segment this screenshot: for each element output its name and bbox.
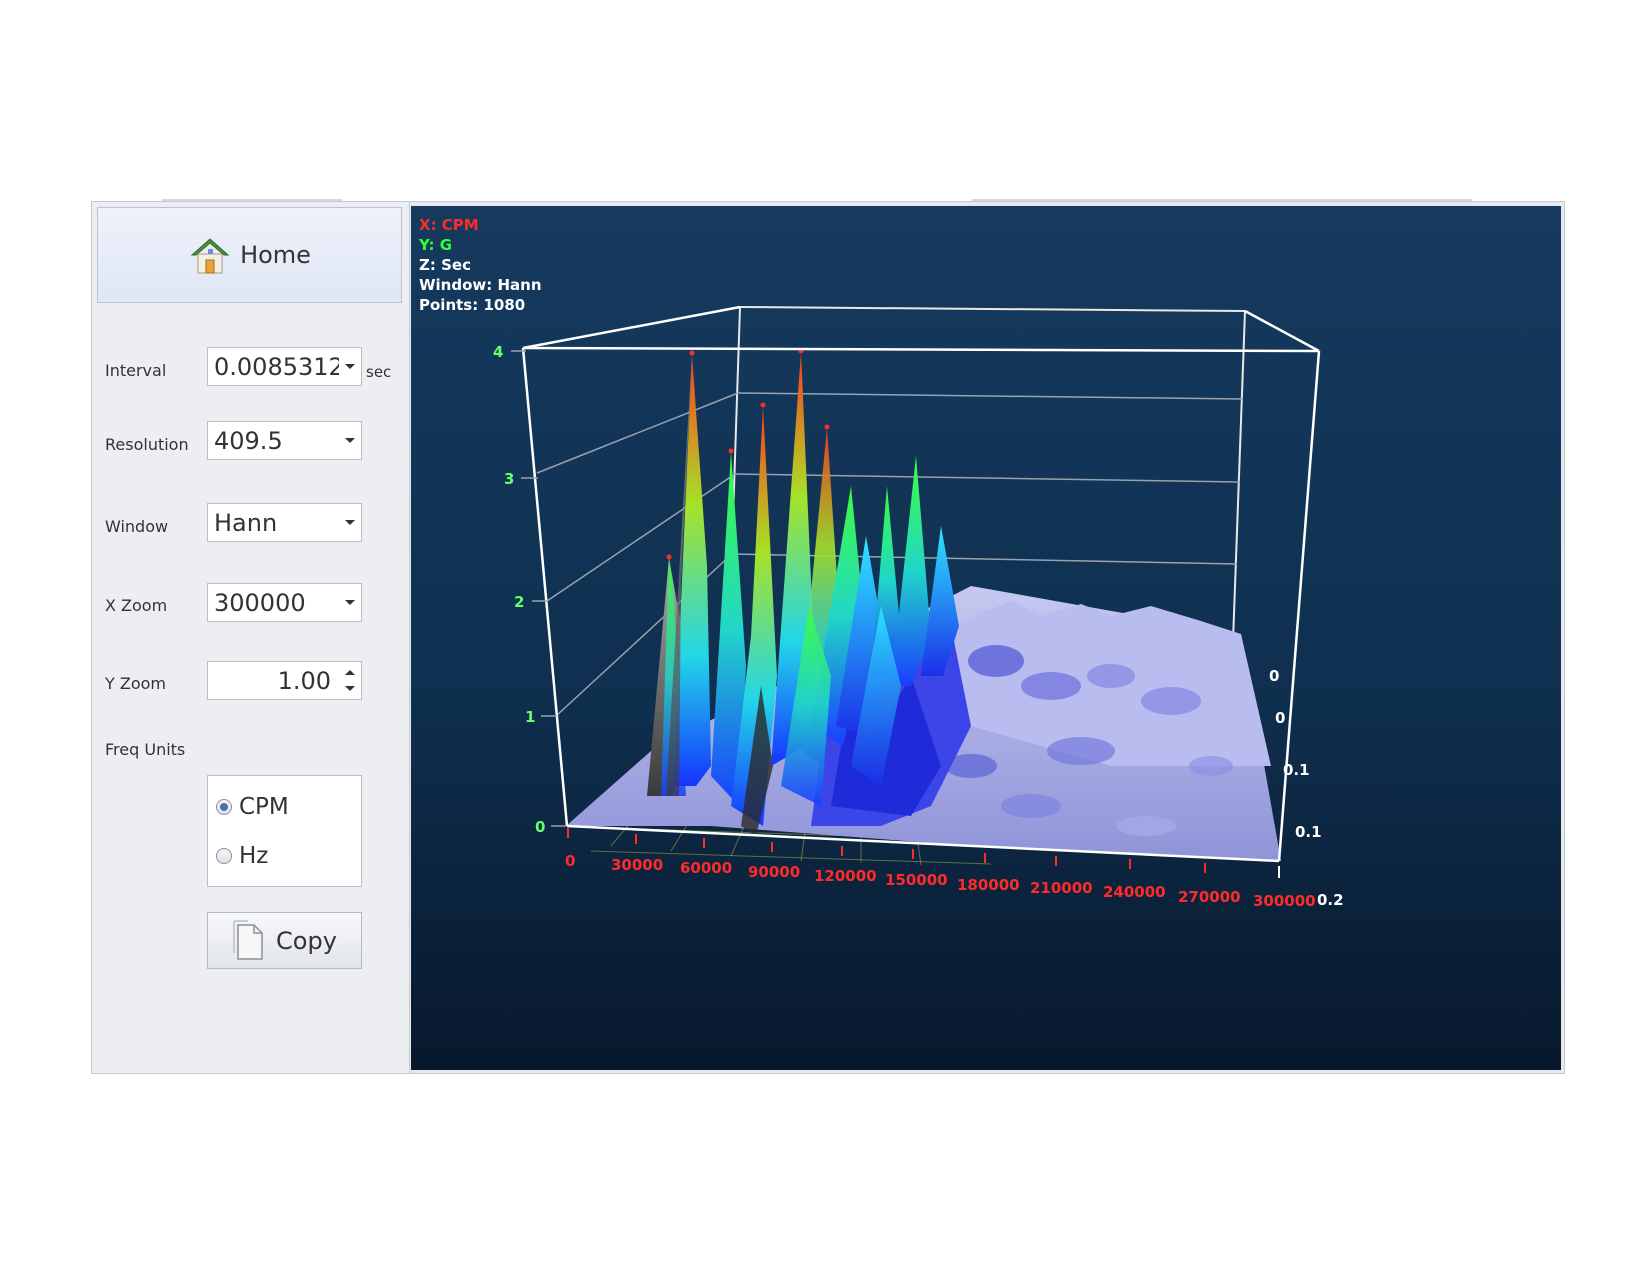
y-tick-labels: 0 1 2 3 4	[493, 343, 545, 836]
copy-label: Copy	[276, 926, 337, 955]
resolution-select[interactable]: 409.5	[207, 421, 362, 460]
x-zoom-label: X Zoom	[105, 596, 168, 615]
home-label: Home	[240, 241, 311, 269]
x-tick-label: 240000	[1103, 883, 1166, 901]
spin-up-icon[interactable]	[345, 670, 355, 675]
y-tick-label: 0	[535, 818, 545, 836]
chevron-down-icon[interactable]	[339, 364, 361, 369]
y-zoom-label: Y Zoom	[105, 674, 166, 693]
x-tick-label: 300000	[1253, 892, 1316, 910]
x-tick-label: 90000	[748, 863, 800, 881]
y-ticks	[511, 350, 566, 827]
info-points: Points: 1080	[419, 296, 526, 314]
y-zoom-stepper[interactable]: 1.00	[207, 661, 362, 700]
radio-selected-icon[interactable]	[216, 799, 232, 815]
radio-cpm-label: CPM	[239, 794, 289, 820]
spin-buttons	[343, 664, 357, 697]
window-select[interactable]: Hann	[207, 503, 362, 542]
z-tick-label: 0	[1275, 709, 1285, 727]
y-tick-label: 1	[525, 708, 535, 726]
x-tick-label: 30000	[611, 856, 663, 874]
app-window: Home Interval 0.0085312 sec Resolution 4…	[91, 199, 1565, 1074]
z-tick-label: 0.1	[1295, 823, 1322, 841]
x-tick-label: 0	[565, 852, 575, 870]
z-tick-label: 0	[1269, 667, 1279, 685]
freq-units-label: Freq Units	[105, 740, 186, 759]
interval-label: Interval	[105, 361, 167, 380]
radio-hz-label: Hz	[239, 843, 269, 869]
z-tick-label: 0.1	[1283, 761, 1310, 779]
freq-units-group: CPM Hz	[207, 775, 362, 887]
chevron-down-icon[interactable]	[339, 438, 361, 443]
z-tick-label: 0.2	[1317, 891, 1344, 909]
home-icon	[190, 238, 230, 274]
x-tick-label: 210000	[1030, 879, 1093, 897]
x-tick-label: 180000	[957, 876, 1020, 894]
resolution-value: 409.5	[214, 426, 283, 455]
x-tick-label: 270000	[1178, 888, 1241, 906]
y-tick-label: 3	[504, 470, 514, 488]
window-label: Window	[105, 517, 169, 536]
resolution-label: Resolution	[105, 435, 189, 454]
z-tick-labels: 0 0 0.1 0.1 0.2	[1269, 667, 1344, 909]
settings-panel: Home Interval 0.0085312 sec Resolution 4…	[92, 202, 410, 1073]
info-z-axis: Z: Sec	[419, 256, 471, 274]
y-tick-label: 2	[514, 593, 524, 611]
y-tick-label: 4	[493, 343, 503, 361]
x-zoom-value: 300000	[214, 588, 306, 617]
window-value: Hann	[214, 508, 278, 537]
info-x-axis: X: CPM	[419, 216, 479, 234]
interval-value: 0.0085312	[214, 352, 339, 381]
document-icon	[233, 919, 263, 960]
plot-canvas: 0 30000 60000 90000 120000 150000 180000…	[493, 305, 1344, 910]
info-y-axis: Y: G	[419, 236, 453, 254]
interval-unit: sec	[366, 363, 392, 381]
interval-select[interactable]: 0.0085312	[207, 347, 362, 386]
y-zoom-value: 1.00	[277, 667, 331, 695]
spin-down-icon[interactable]	[345, 686, 355, 691]
radio-cpm[interactable]: CPM	[216, 794, 289, 820]
window-edge	[162, 199, 342, 201]
home-button[interactable]: Home	[97, 207, 402, 303]
chevron-down-icon[interactable]	[339, 520, 361, 525]
plot-3d[interactable]: 0 30000 60000 90000 120000 150000 180000…	[411, 206, 1561, 1070]
chevron-down-icon[interactable]	[339, 600, 361, 605]
copy-button[interactable]: Copy	[207, 912, 362, 969]
radio-hz[interactable]: Hz	[216, 843, 268, 869]
x-tick-label: 120000	[814, 867, 877, 885]
x-zoom-select[interactable]: 300000	[207, 583, 362, 622]
x-tick-label: 60000	[680, 859, 732, 877]
info-window: Window: Hann	[419, 276, 542, 294]
window-edge	[972, 199, 1472, 201]
x-tick-labels: 0 30000 60000 90000 120000 150000 180000…	[565, 852, 1316, 910]
radio-unselected-icon[interactable]	[216, 848, 232, 864]
x-tick-label: 150000	[885, 871, 948, 889]
